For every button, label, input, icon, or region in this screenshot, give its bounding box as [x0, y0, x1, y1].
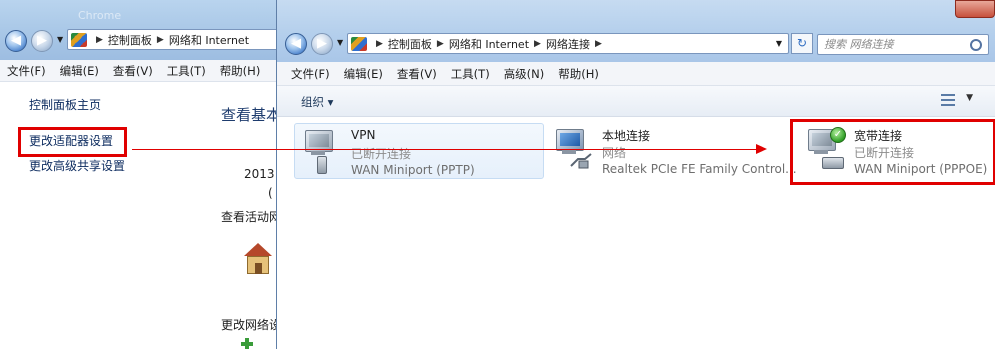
change-view-icon[interactable]: [941, 94, 955, 106]
paren-text: (: [268, 186, 273, 200]
annotation-box-broadband: [790, 119, 995, 185]
bg-address-bar[interactable]: ▶ 控制面板 ▶ 网络和 Internet: [67, 29, 285, 50]
menu-edit[interactable]: 编辑(E): [337, 66, 390, 82]
year-text: 2013: [244, 167, 275, 181]
refresh-button[interactable]: ↻: [791, 33, 813, 54]
chevron-right-icon: ▶: [376, 38, 383, 49]
connection-name: 本地连接: [602, 129, 651, 143]
active-networks-label: 查看活动网: [221, 210, 282, 224]
chevron-right-icon: ▶: [96, 34, 103, 45]
chevron-right-icon: ▶: [436, 38, 444, 49]
connection-device: WAN Miniport (PPTP): [351, 163, 475, 177]
fg-title-bar: ◀ ▶ ▼ ▶ 控制面板 ▶ 网络和 Internet ▶ 网络连接 ▶ ▼ ↻…: [277, 0, 995, 62]
back-button[interactable]: ◀: [5, 30, 27, 52]
fg-address-bar[interactable]: ▶ 控制面板 ▶ 网络和 Internet ▶ 网络连接 ▶ ▼: [347, 33, 789, 54]
fg-history-dropdown-icon[interactable]: ▼: [337, 38, 343, 47]
breadcrumb-network-internet[interactable]: 网络和 Internet: [169, 32, 249, 48]
bg-sidebar: 控制面板主页 更改适配器设置 更改高级共享设置: [0, 84, 200, 349]
fg-forward-button[interactable]: ▶: [311, 33, 333, 55]
menu-file[interactable]: 文件(F): [0, 63, 53, 79]
search-input[interactable]: 搜索 网络连接: [817, 34, 989, 55]
fg-menu-bar: 文件(F) 编辑(E) 查看(V) 工具(T) 高级(N) 帮助(H): [277, 62, 995, 86]
search-icon: [970, 39, 982, 51]
menu-help[interactable]: 帮助(H): [551, 66, 606, 82]
address-dropdown-icon[interactable]: ▼: [776, 39, 782, 48]
home-network-icon: [240, 243, 274, 277]
connection-status: 网络: [602, 146, 627, 160]
connection-item-vpn[interactable]: VPN 已断开连接 WAN Miniport (PPTP): [294, 123, 544, 179]
breadcrumb-control-panel[interactable]: 控制面板: [108, 32, 152, 48]
menu-help[interactable]: 帮助(H): [213, 63, 268, 79]
connection-device: Realtek PCIe FE Family Control...: [602, 162, 797, 176]
connection-status: 已断开连接: [351, 147, 412, 161]
annotation-arrow-line: [132, 149, 757, 150]
sidebar-item-home[interactable]: 控制面板主页: [29, 96, 101, 113]
control-panel-icon: [351, 36, 367, 51]
view-dropdown-icon[interactable]: ▼: [966, 93, 973, 103]
menu-view[interactable]: 查看(V): [390, 66, 444, 82]
close-window-button[interactable]: [955, 0, 995, 18]
search-placeholder: 搜索 网络连接: [824, 38, 894, 51]
bg-menu-bar: 文件(F) 编辑(E) 查看(V) 工具(T) 帮助(H): [0, 60, 285, 82]
menu-edit[interactable]: 编辑(E): [53, 63, 106, 79]
breadcrumb-network-connections[interactable]: 网络连接: [546, 36, 590, 52]
annotation-arrow-head: [756, 144, 767, 154]
menu-tools[interactable]: 工具(T): [444, 66, 497, 82]
annotation-box-adapter: [18, 127, 127, 157]
vpn-connection-icon: [303, 130, 341, 174]
menu-view[interactable]: 查看(V): [106, 63, 160, 79]
fg-back-button[interactable]: ◀: [285, 33, 307, 55]
sidebar-item-change-sharing[interactable]: 更改高级共享设置: [29, 157, 125, 174]
menu-tools[interactable]: 工具(T): [160, 63, 213, 79]
organize-button[interactable]: 组织 ▾: [301, 94, 333, 110]
breadcrumb-control-panel[interactable]: 控制面板: [388, 36, 432, 52]
breadcrumb-network-internet[interactable]: 网络和 Internet: [449, 36, 529, 52]
page-heading: 查看基本: [221, 106, 282, 124]
bg-ghost-text: Chrome: [78, 9, 122, 22]
change-network-label: 更改网络设: [221, 318, 282, 332]
command-toolbar: 组织 ▾ ▼: [277, 86, 995, 117]
history-dropdown-icon[interactable]: ▼: [57, 35, 63, 44]
menu-file[interactable]: 文件(F): [284, 66, 337, 82]
chevron-right-icon: ▶: [594, 38, 602, 49]
bg-title-bar: Chrome ◀ ▶ ▼ ▶ 控制面板 ▶ 网络和 Internet: [0, 0, 285, 60]
forward-button[interactable]: ▶: [31, 30, 53, 52]
control-panel-icon: [71, 32, 87, 47]
chevron-right-icon: ▶: [156, 34, 164, 45]
control-panel-window: Chrome ◀ ▶ ▼ ▶ 控制面板 ▶ 网络和 Internet 文件(F)…: [0, 0, 285, 349]
network-connections-window: ◀ ▶ ▼ ▶ 控制面板 ▶ 网络和 Internet ▶ 网络连接 ▶ ▼ ↻…: [276, 0, 995, 349]
setup-connection-icon: [241, 338, 255, 349]
menu-advanced[interactable]: 高级(N): [497, 66, 552, 82]
connection-name: VPN: [351, 128, 376, 142]
chevron-right-icon: ▶: [534, 38, 541, 49]
